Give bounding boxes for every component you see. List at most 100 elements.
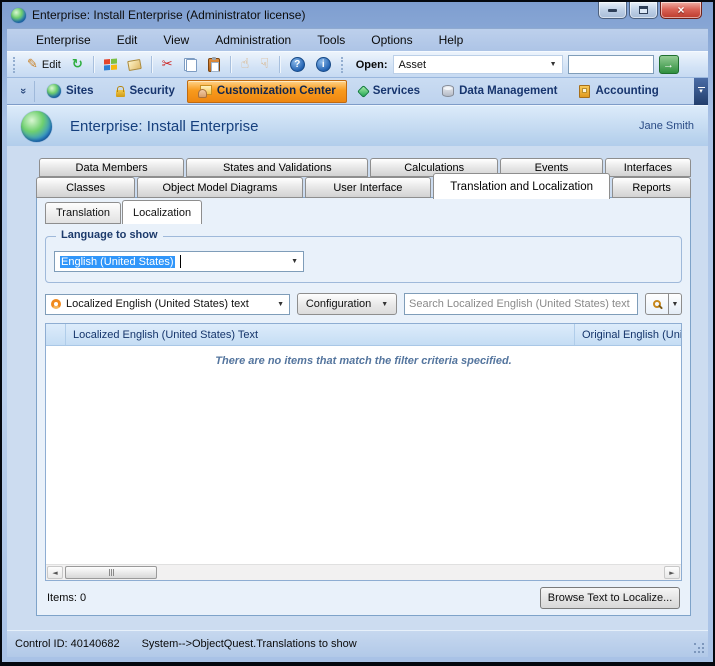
- note-icon: [127, 58, 142, 71]
- edit-button[interactable]: ✎ Edit: [24, 56, 64, 73]
- horizontal-scrollbar[interactable]: ◄ ►: [46, 564, 681, 580]
- control-id-label: Control ID: 40140682: [15, 638, 120, 650]
- panel-footer: Items: 0 Browse Text to Localize...: [45, 581, 682, 615]
- help-button[interactable]: ?: [287, 55, 308, 74]
- nav-item-security[interactable]: Security: [106, 80, 185, 103]
- search-button[interactable]: [645, 293, 669, 315]
- refresh-button[interactable]: ↻: [69, 56, 86, 73]
- search-input[interactable]: [404, 293, 638, 315]
- scroll-left-button[interactable]: ◄: [47, 566, 63, 579]
- nav-item-label: Services: [372, 85, 421, 97]
- info-button[interactable]: i: [313, 55, 334, 74]
- windows-button[interactable]: [101, 57, 120, 72]
- table-body: There are no items that match the filter…: [46, 346, 681, 564]
- go-arrow-icon: →: [663, 58, 675, 71]
- nav-collapse-button[interactable]: »: [13, 80, 35, 102]
- browse-text-to-localize-button[interactable]: Browse Text to Localize...: [540, 587, 680, 609]
- menu-item-edit[interactable]: Edit: [104, 30, 151, 50]
- toolbar-grip[interactable]: [340, 56, 345, 73]
- search-split-button: ▼: [645, 293, 682, 315]
- menu-item-administration[interactable]: Administration: [202, 30, 304, 50]
- scrollbar-thumb[interactable]: [65, 566, 157, 579]
- resize-grip[interactable]: [694, 643, 705, 654]
- configuration-button-label: Configuration: [305, 298, 372, 310]
- refresh-icon: ↻: [71, 57, 83, 72]
- customization-icon: [197, 84, 212, 98]
- nav-item-sites[interactable]: Sites: [37, 80, 104, 103]
- toolbar-separator: [150, 56, 152, 73]
- quick-open-input[interactable]: [567, 55, 654, 74]
- app-window: Enterprise: Install Enterprise (Administ…: [0, 0, 715, 666]
- chevron-down-icon: ▼: [381, 300, 389, 308]
- status-path-label: System-->ObjectQuest.Translations to sho…: [141, 638, 357, 650]
- go-button[interactable]: →: [658, 55, 679, 74]
- open-label: Open:: [355, 58, 388, 71]
- nav-item-label: Security: [129, 85, 175, 97]
- scroll-right-icon: ►: [669, 568, 675, 577]
- paste-button[interactable]: [205, 56, 223, 74]
- send-note-button[interactable]: [125, 58, 144, 72]
- empty-table-message: There are no items that match the filter…: [215, 355, 512, 367]
- nav-item-customization-center[interactable]: Customization Center: [186, 79, 347, 103]
- approve-button[interactable]: ☝: [238, 56, 253, 73]
- cut-scissors-icon: ✂: [161, 57, 173, 72]
- app-globe-icon: [11, 7, 26, 23]
- menu-item-enterprise[interactable]: Enterprise: [23, 30, 104, 50]
- toolbar: ✎ Edit ↻ ✂ ☝ ☟ ? i Open: Asset ▼ →: [7, 51, 708, 78]
- copy-button[interactable]: [181, 56, 200, 74]
- window-title: Enterprise: Install Enterprise (Administ…: [32, 8, 306, 22]
- menu-item-options[interactable]: Options: [358, 30, 425, 50]
- chevron-down-icon: ▼: [277, 300, 284, 308]
- menu-item-help[interactable]: Help: [426, 30, 477, 50]
- nav-item-data-management[interactable]: Data Management: [432, 80, 567, 103]
- tab-reports[interactable]: Reports: [612, 177, 691, 198]
- nav-item-accounting[interactable]: Accounting: [569, 80, 668, 103]
- open-combobox-value: Asset: [398, 58, 427, 71]
- menu-item-view[interactable]: View: [150, 30, 202, 50]
- chevron-down-icon: ▼: [671, 300, 679, 308]
- titlebar[interactable]: Enterprise: Install Enterprise (Administ…: [7, 2, 708, 28]
- tab-translation-and-localization[interactable]: Translation and Localization: [433, 173, 611, 199]
- window-frame: Enterprise: Install Enterprise (Administ…: [2, 2, 713, 662]
- help-icon: ?: [289, 57, 305, 72]
- configuration-button[interactable]: Configuration ▼: [297, 293, 397, 315]
- tab-user-interface[interactable]: User Interface: [304, 177, 432, 198]
- header-globe-icon: [21, 110, 52, 142]
- menu-item-tools[interactable]: Tools: [304, 30, 358, 50]
- page-header: Enterprise: Install Enterprise Jane Smit…: [7, 105, 708, 146]
- scroll-right-button[interactable]: ►: [664, 566, 680, 579]
- thumbs-down-icon: ☟: [260, 56, 269, 72]
- subtab-translation[interactable]: Translation: [45, 202, 122, 224]
- toolbar-separator: [229, 56, 231, 73]
- reject-button[interactable]: ☟: [257, 56, 272, 73]
- toolbar-grip[interactable]: [13, 56, 17, 73]
- tab-data-members[interactable]: Data Members: [39, 158, 185, 177]
- tab-object-model-diagrams[interactable]: Object Model Diagrams: [137, 177, 303, 198]
- nav-overflow-button[interactable]: ▾: [694, 77, 708, 105]
- calculator-icon: [579, 84, 591, 98]
- open-combobox[interactable]: Asset ▼: [392, 55, 563, 74]
- column-header-localized-text[interactable]: Localized English (United States) Text: [66, 324, 575, 345]
- minimize-button[interactable]: [598, 2, 627, 19]
- subtab-localization[interactable]: Localization: [122, 200, 203, 224]
- close-button[interactable]: ×: [660, 2, 702, 19]
- window-controls: ×: [598, 2, 702, 19]
- column-header-selector[interactable]: [46, 324, 66, 345]
- cut-button[interactable]: ✂: [159, 56, 176, 73]
- paste-icon: [207, 56, 220, 72]
- nav-item-services[interactable]: Services: [349, 80, 430, 103]
- language-combobox[interactable]: English (United States) ▼: [54, 251, 304, 272]
- tab-classes[interactable]: Classes: [36, 177, 136, 198]
- toolbar-separator: [92, 56, 94, 73]
- windows-logo-icon: [103, 58, 117, 71]
- maximize-button[interactable]: [629, 2, 658, 19]
- tab-states-and-validations[interactable]: States and Validations: [186, 158, 369, 177]
- field-selector-combobox[interactable]: Localized English (United States) text ▼: [45, 293, 290, 315]
- nav-ribbon: » Sites Security Customization Center Se…: [7, 77, 708, 105]
- column-header-original-text[interactable]: Original English (United: [575, 324, 681, 345]
- search-options-button[interactable]: ▼: [669, 293, 682, 315]
- tab-interfaces[interactable]: Interfaces: [604, 158, 691, 177]
- chevron-double-down-icon: »: [17, 87, 30, 95]
- status-bar: Control ID: 40140682 System-->ObjectQues…: [7, 630, 708, 657]
- page-title: Enterprise: Install Enterprise: [70, 117, 259, 135]
